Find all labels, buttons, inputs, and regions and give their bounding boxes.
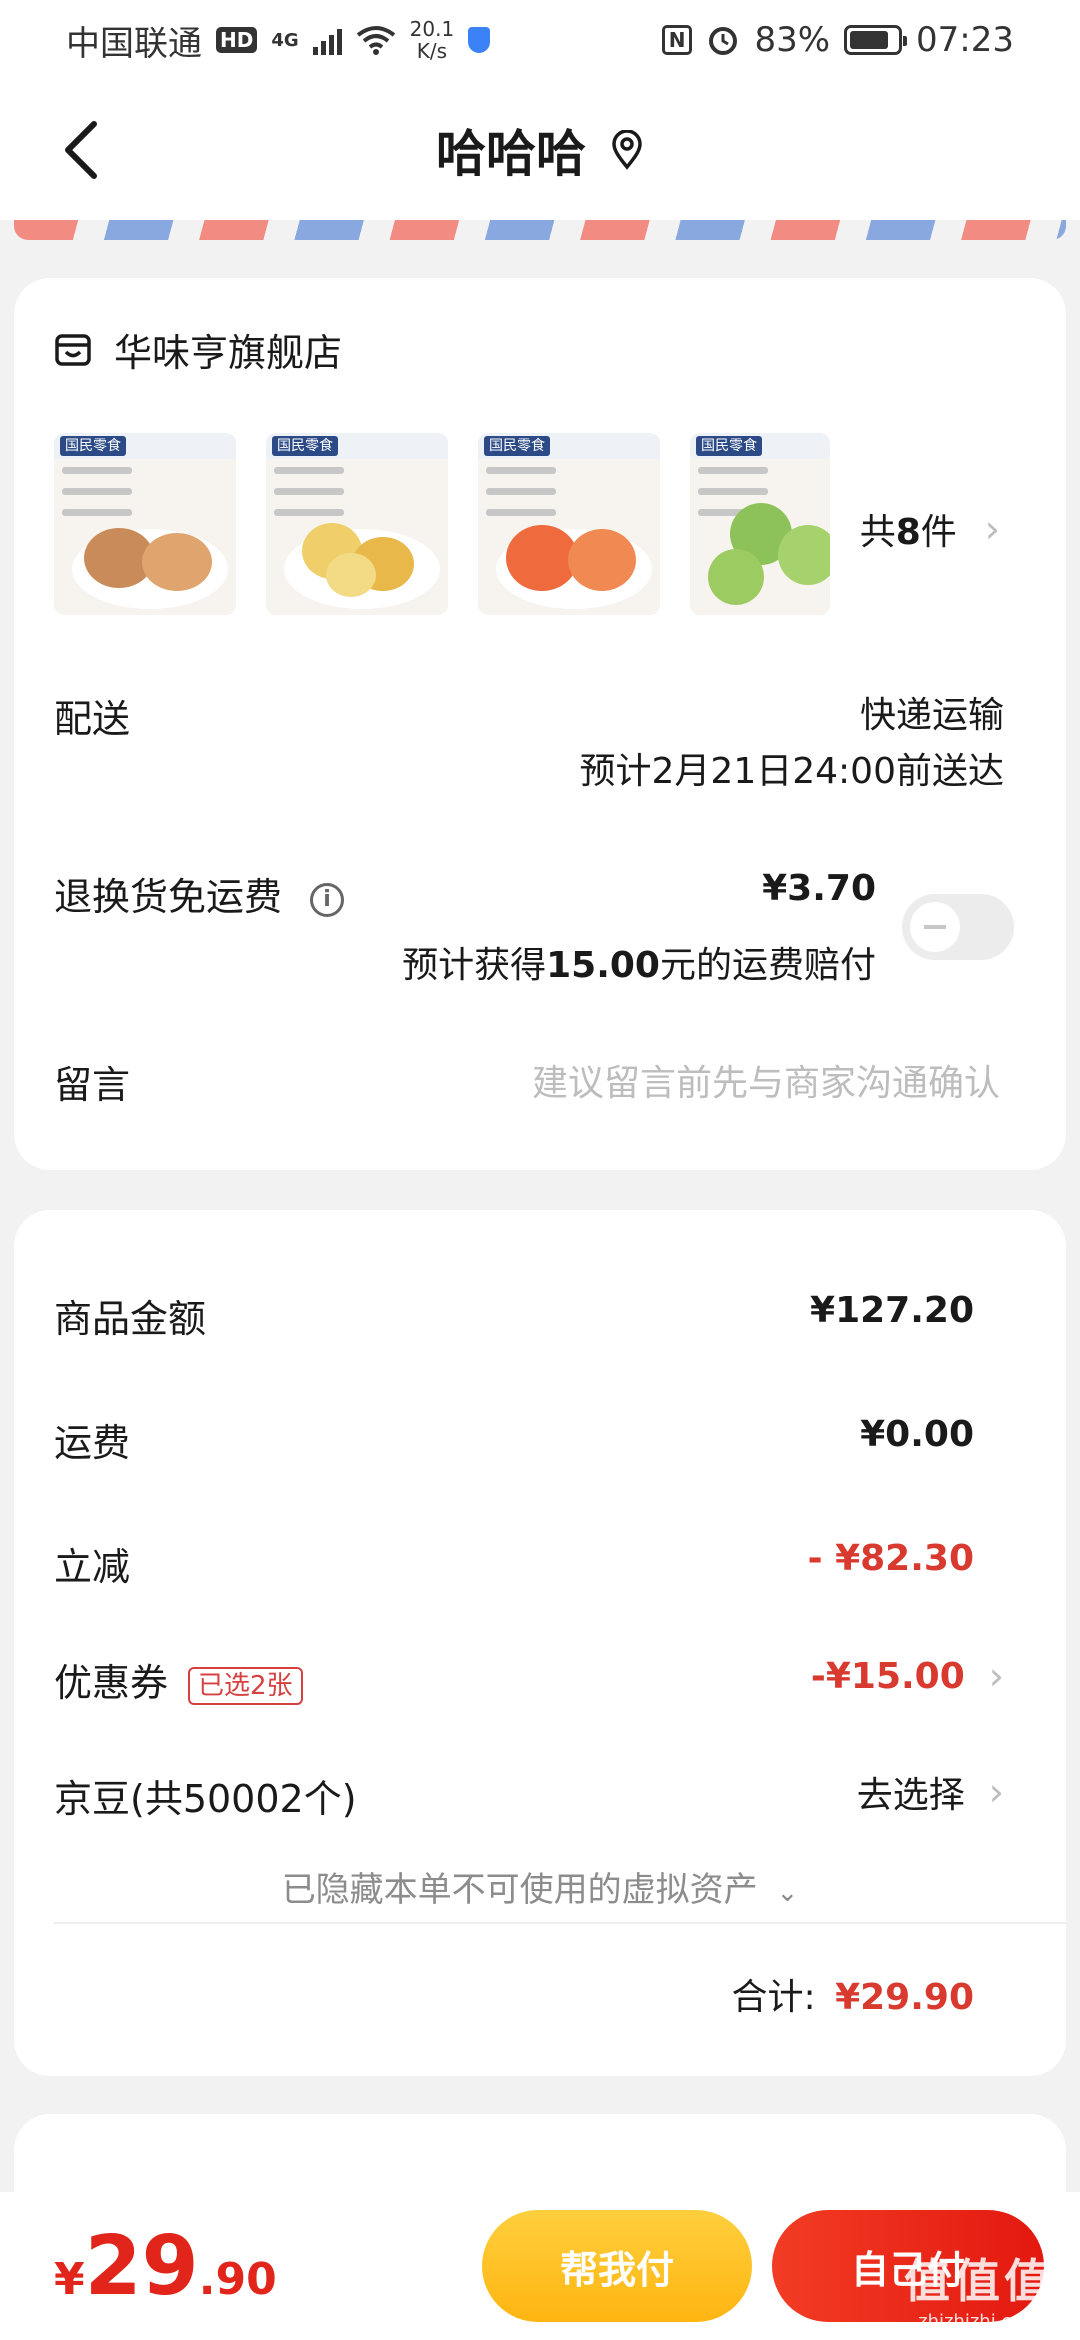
info-icon[interactable]: i [310, 882, 345, 917]
back-icon[interactable] [58, 118, 108, 182]
price-decimal: .90 [198, 2254, 277, 2305]
goods-amount-value: ¥127.20 [810, 1290, 974, 1331]
battery-fill [850, 31, 889, 49]
location-pin-icon[interactable] [610, 130, 644, 170]
clock: 07:23 [916, 20, 1014, 60]
thumbnail-brand: 国民零食 [484, 436, 550, 456]
divider [54, 1922, 1066, 1924]
product-thumbnail[interactable]: 国民零食 [54, 433, 236, 615]
address-name: 哈哈哈 [436, 125, 586, 183]
store-icon [55, 333, 91, 366]
coupon-tag: 已选2张 [188, 1666, 303, 1705]
coupon-select[interactable]: -¥15.00 › [811, 1654, 1004, 1698]
discount-label: 立减 [54, 1545, 131, 1589]
product-thumbnail[interactable]: 国民零食 [478, 433, 660, 615]
coupon-value: -¥15.00 [810, 1655, 965, 1697]
net-speed-value: 20.1 [409, 17, 455, 41]
total-value: ¥29.90 [835, 1977, 974, 2018]
net-speed: 20.1 K/s [410, 18, 455, 62]
net-speed-unit: K/s [416, 39, 448, 63]
signal-icon [312, 25, 342, 55]
ask-friend-pay-button[interactable]: 帮我付 [482, 2210, 752, 2322]
shipping-value: ¥0.00 [860, 1414, 974, 1455]
status-left: 中国联通 HD 4G 20.1 K/s [66, 16, 491, 65]
product-thumbnails[interactable]: 国民零食 国民零食 国民零食 国民零食 [54, 433, 830, 615]
battery-percent: 83% [754, 20, 831, 60]
message-input[interactable]: 建议留言前先与商家沟通确认 [532, 1054, 1000, 1106]
hidden-assets-toggle[interactable]: 已隐藏本单不可使用的虚拟资产 ⌄ [14, 1862, 1066, 1911]
nav-bar: 哈哈哈 [0, 80, 1080, 220]
status-right: N 83% 07:23 [661, 20, 1014, 60]
product-thumbnail[interactable]: 国民零食 [266, 433, 448, 615]
nfc-icon: N [661, 25, 693, 55]
return-insurance-note: 预计获得15.00元的运费赔付 [402, 945, 876, 986]
return-insurance-toggle[interactable] [902, 894, 1014, 960]
watermark-logo: 值值值 zhizhizhi.com [904, 2254, 1054, 2332]
return-insurance-label: 退换货免运费 [54, 875, 283, 919]
message-label: 留言 [54, 1063, 131, 1107]
jd-beans-select[interactable]: 去选择 › [857, 1766, 1004, 1818]
item-count: 共8件 [859, 512, 957, 553]
thumbnail-brand: 国民零食 [272, 436, 338, 456]
wifi-icon [356, 26, 395, 55]
delivery-info[interactable]: 快递运输 预计2月21日24:00前送达 [580, 688, 1004, 800]
order-card: 华味亨旗舰店 国民零食 国民零食 国民零食 国民零食 共8件 › 配送 快递运输… [14, 278, 1066, 1170]
carrier-label: 中国联通 [66, 23, 202, 64]
status-bar: 中国联通 HD 4G 20.1 K/s N 83% 07:23 [0, 0, 1080, 80]
currency-symbol: ¥ [54, 2254, 85, 2305]
total-label: 合计: [731, 1977, 816, 2018]
coupon-row: 优惠券 已选2张 [54, 1652, 303, 1707]
item-count-link[interactable]: 共8件 › [860, 503, 1000, 555]
product-thumbnail[interactable]: 国民零食 [690, 433, 830, 615]
shield-icon [468, 27, 491, 53]
thumbnail-brand: 国民零食 [696, 436, 762, 456]
discount-value: - ¥82.30 [807, 1538, 974, 1579]
pay-amount: ¥ 29 .90 [54, 2226, 277, 2308]
total-row: 合计: ¥29.90 [731, 1968, 974, 2020]
shipping-label: 运费 [54, 1421, 131, 1465]
coupon-label: 优惠券 [54, 1661, 169, 1705]
store-name: 华味亨旗舰店 [114, 331, 343, 375]
delivery-eta: 预计2月21日24:00前送达 [579, 751, 1004, 792]
price-summary-card: 商品金额 ¥127.20 运费 ¥0.00 立减 - ¥82.30 优惠券 已选2… [14, 1210, 1066, 2076]
envelope-stripe [14, 220, 1066, 240]
page-title: 哈哈哈 [436, 114, 644, 186]
chevron-right-icon: › [988, 1654, 1004, 1698]
hidden-assets-text: 已隐藏本单不可使用的虚拟资产 [281, 1870, 758, 1910]
store-header[interactable]: 华味亨旗舰店 [54, 322, 342, 377]
alarm-icon [709, 27, 738, 55]
delivery-method: 快递运输 [859, 695, 1004, 736]
bottom-action-bar: ¥ 29 .90 帮我付 自己付 值值值 zhizhizhi.com [0, 2192, 1080, 2340]
chevron-down-icon: ⌄ [776, 1878, 799, 1908]
chevron-right-icon: › [988, 1770, 1004, 1814]
thumbnail-brand: 国民零食 [60, 436, 126, 456]
price-integer: 29 [84, 2219, 199, 2314]
jd-beans-action: 去选择 [856, 1775, 965, 1816]
hd-badge: HD [216, 27, 258, 53]
delivery-label: 配送 [54, 697, 131, 741]
battery-icon [844, 25, 908, 55]
toggle-knob [910, 902, 960, 952]
jd-beans-label: 京豆(共50002个) [54, 1777, 357, 1821]
network-type: 4G [271, 29, 299, 51]
return-insurance-price: ¥3.70 [762, 868, 876, 909]
goods-amount-label: 商品金额 [54, 1297, 207, 1341]
return-insurance-row: 退换货免运费 i [54, 866, 345, 921]
chevron-right-icon: › [984, 507, 1000, 551]
